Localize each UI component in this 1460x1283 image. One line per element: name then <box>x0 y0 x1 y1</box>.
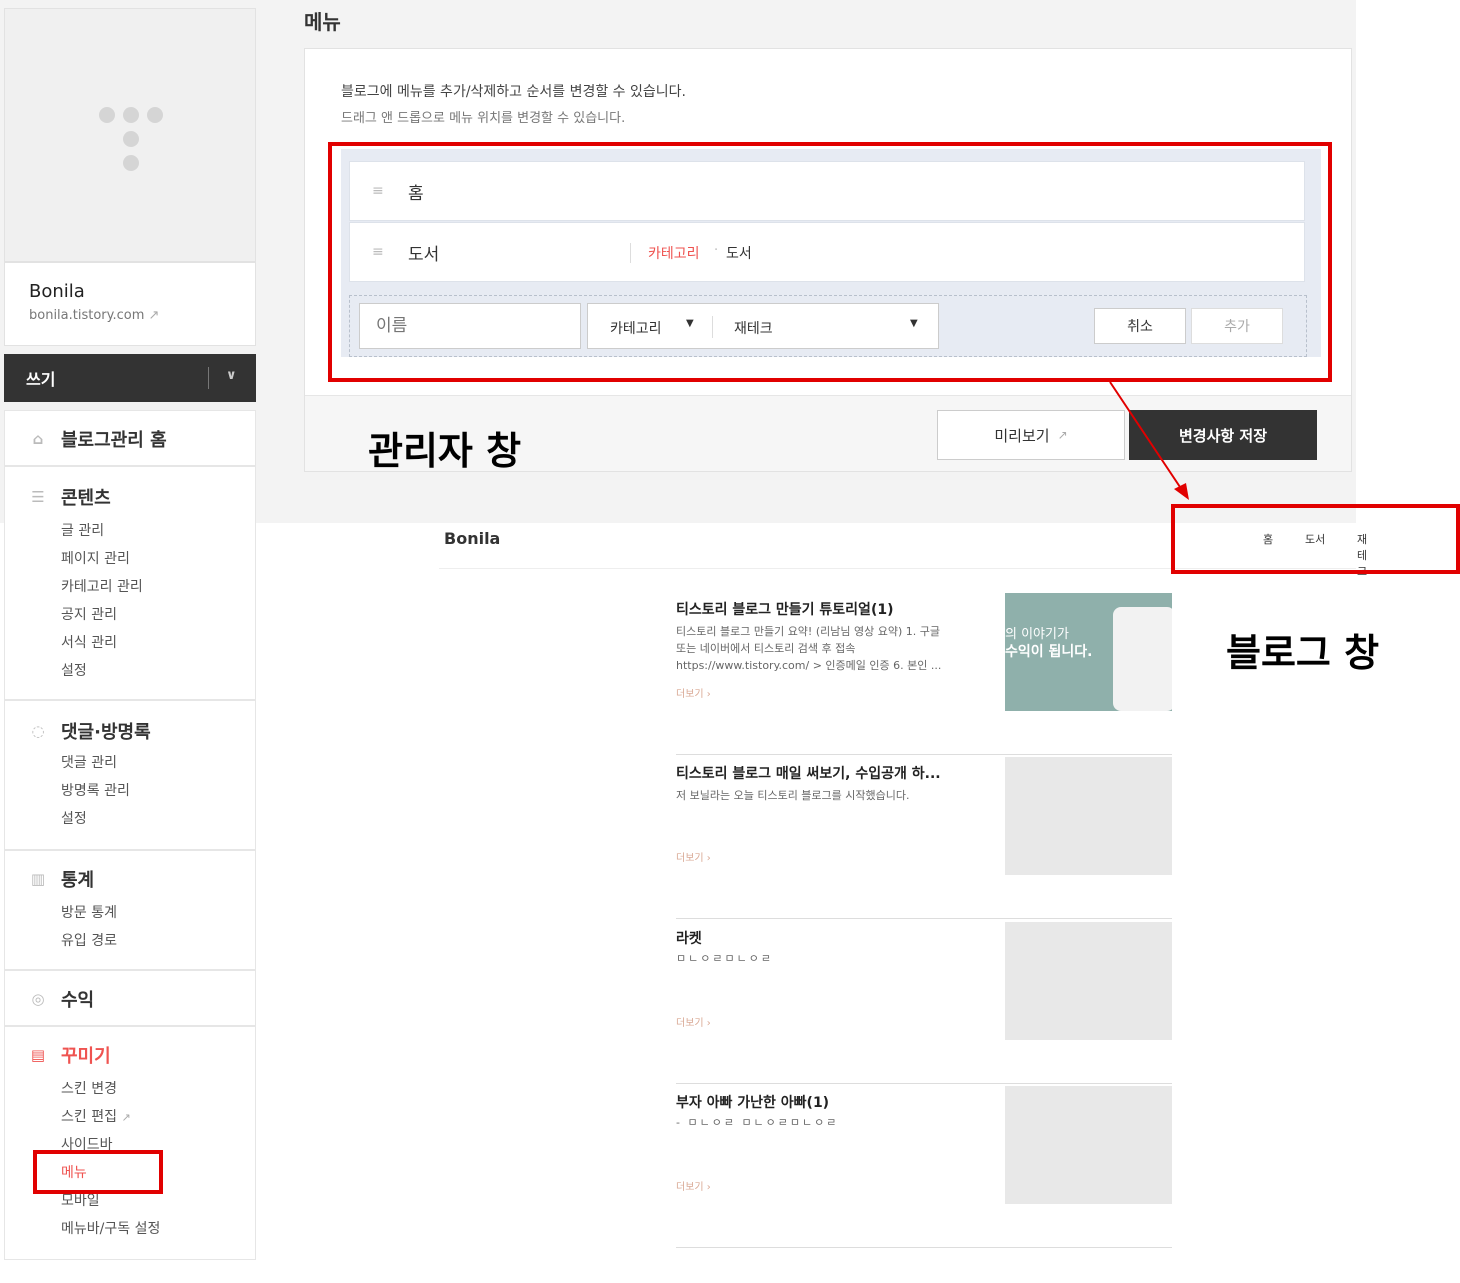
read-more-link[interactable]: 더보기 › <box>676 1014 711 1029</box>
post-item[interactable]: 티스토리 블로그 매일 써보기, 수입공개 하... 저 보닐라는 오늘 티스토… <box>676 755 1172 919</box>
sidebar-subitem-comment-settings[interactable]: 설정 <box>5 805 255 833</box>
external-link-icon: ↗ <box>121 1111 131 1124</box>
description-line-2: 드래그 앤 드롭으로 메뉴 위치를 변경할 수 있습니다. <box>341 111 626 126</box>
sidebar-subitem-notices[interactable]: 공지 관리 <box>5 601 255 629</box>
layout-icon: ▤ <box>30 1046 46 1064</box>
read-more-label: 더보기 <box>676 1018 704 1029</box>
post-item[interactable]: 티스토리 블로그 만들기 튜토리얼(1) 티스토리 블로그 만들기 요약! (리… <box>676 591 1172 755</box>
logo-dot <box>147 107 163 123</box>
sidebar-item-label: 수익 <box>61 990 95 1011</box>
sidebar-section-revenue: ◎ 수익 <box>4 970 256 1026</box>
post-title[interactable]: 티스토리 블로그 매일 써보기, 수입공개 하... <box>676 763 941 783</box>
sidebar-subitem-posts[interactable]: 글 관리 <box>5 517 255 545</box>
sidebar-subitem-content-settings[interactable]: 설정 <box>5 657 255 685</box>
comment-icon: ◌ <box>31 722 45 740</box>
annotation-blog-window: 블로그 창 <box>1226 631 1380 675</box>
sidebar-section-stats: ▥ 통계 방문 통계 유입 경로 <box>4 850 256 970</box>
document-icon: ☰ <box>31 488 45 506</box>
home-icon: ⌂ <box>32 430 44 448</box>
sidebar-subitem-pages[interactable]: 페이지 관리 <box>5 545 255 573</box>
blog-url-link[interactable]: bonila.tistory.com ↗ <box>29 308 255 323</box>
sidebar-subitem-comment-manage[interactable]: 댓글 관리 <box>5 749 255 777</box>
annotation-admin-window: 관리자 창 <box>368 429 522 473</box>
chevron-down-icon[interactable]: ∨ <box>226 368 237 383</box>
post-thumbnail[interactable] <box>1005 922 1172 1040</box>
read-more-label: 더보기 <box>676 1182 704 1193</box>
sidebar-item-revenue[interactable]: ◎ 수익 <box>5 985 255 1013</box>
sidebar-subitem-referrers[interactable]: 유입 경로 <box>5 927 255 955</box>
sidebar-home-section: ⌂ 블로그관리 홈 <box>4 410 256 466</box>
write-label: 쓰기 <box>26 370 56 389</box>
post-thumbnail[interactable] <box>1005 757 1172 875</box>
preview-label: 미리보기 <box>994 426 1050 445</box>
sidebar-item-label: 통계 <box>61 870 95 891</box>
sidebar-item-label: 댓글·방명록 <box>61 722 151 743</box>
post-item[interactable]: 라켓 ㅁㄴㅇㄹㅁㄴㅇㄹ 더보기 › <box>676 920 1172 1084</box>
highlight-blog-nav <box>1171 504 1460 574</box>
post-item[interactable]: 부자 아빠 가난한 아빠(1) - ㅁㄴㅇㄹ ㅁㄴㅇㄹㅁㄴㅇㄹ 더보기 › <box>676 1084 1172 1248</box>
blog-title[interactable]: Bonila <box>444 529 500 548</box>
sidebar-section-design: ▤ 꾸미기 스킨 변경 스킨 편집 ↗ 사이드바 메뉴 모바일 메뉴바/구독 설… <box>4 1026 256 1260</box>
sidebar-subitem-skin-edit[interactable]: 스킨 편집 ↗ <box>5 1103 255 1131</box>
sidebar-item-contents[interactable]: ☰ 콘텐츠 <box>5 483 255 511</box>
highlight-menu-editor <box>328 142 1332 382</box>
blog-window: Bonila 홈 도서 재테크 티스토리 블로그 만들기 튜토리얼(1) 티스토… <box>439 523 1367 1263</box>
post-excerpt: - ㅁㄴㅇㄹ ㅁㄴㅇㄹㅁㄴㅇㄹ <box>676 1116 839 1129</box>
blog-logo-placeholder <box>4 8 256 262</box>
read-more-label: 더보기 <box>676 853 704 864</box>
post-title[interactable]: 티스토리 블로그 만들기 튜토리얼(1) <box>676 599 893 619</box>
thumbnail-text-1: 의 이야기가 <box>1005 627 1069 642</box>
blog-info: Bonila bonila.tistory.com ↗ <box>4 262 256 346</box>
read-more-link[interactable]: 더보기 › <box>676 849 711 864</box>
logo-dot <box>123 131 139 147</box>
post-title[interactable]: 라켓 <box>676 928 702 948</box>
sidebar-item-comments[interactable]: ◌ 댓글·방명록 <box>5 717 255 745</box>
description-line-1: 블로그에 메뉴를 추가/삭제하고 순서를 변경할 수 있습니다. <box>341 84 686 100</box>
sidebar-item-label: 꾸미기 <box>61 1046 111 1067</box>
write-button[interactable]: 쓰기 ∨ <box>4 354 256 402</box>
post-thumbnail[interactable]: 의 이야기가 수익이 됩니다. <box>1005 593 1172 711</box>
divider <box>208 367 209 389</box>
logo-dot <box>99 107 115 123</box>
post-excerpt: 티스토리 블로그 만들기 요약! (리남님 영상 요약) 1. 구글 또는 네이… <box>676 625 942 672</box>
sidebar-subitem-guestbook[interactable]: 방명록 관리 <box>5 777 255 805</box>
post-title[interactable]: 부자 아빠 가난한 아빠(1) <box>676 1092 829 1112</box>
post-thumbnail[interactable] <box>1005 1086 1172 1204</box>
logo-dot <box>123 107 139 123</box>
post-excerpt: ㅁㄴㅇㄹㅁㄴㅇㄹ <box>676 952 773 965</box>
coin-icon: ◎ <box>31 990 45 1008</box>
blog-url[interactable]: bonila.tistory.com <box>29 308 144 323</box>
sidebar-subitem-visit-stats[interactable]: 방문 통계 <box>5 899 255 927</box>
bar-chart-icon: ▥ <box>30 870 46 888</box>
external-link-icon: ↗ <box>148 308 160 323</box>
page-title: 메뉴 <box>304 10 341 34</box>
sidebar-subitem-label: 스킨 편집 <box>61 1109 117 1125</box>
highlight-menu-sidebar-item <box>33 1150 163 1194</box>
blog-name[interactable]: Bonila <box>29 281 255 302</box>
post-excerpt: 저 보닐라는 오늘 티스토리 블로그를 시작했습니다. <box>676 789 910 802</box>
sidebar-item-blog-home[interactable]: ⌂ 블로그관리 홈 <box>5 425 255 453</box>
sidebar-subitem-skin-change[interactable]: 스킨 변경 <box>5 1075 255 1103</box>
sidebar-subitem-categories[interactable]: 카테고리 관리 <box>5 573 255 601</box>
sidebar-item-label: 콘텐츠 <box>61 488 111 509</box>
tablet-mockup <box>1113 607 1172 711</box>
sidebar-subitem-templates[interactable]: 서식 관리 <box>5 629 255 657</box>
sidebar-item-design[interactable]: ▤ 꾸미기 <box>5 1041 255 1069</box>
sidebar-section-comments: ◌ 댓글·방명록 댓글 관리 방명록 관리 설정 <box>4 700 256 850</box>
logo-dot <box>123 155 139 171</box>
thumbnail-text-2: 수익이 됩니다. <box>1005 644 1093 660</box>
read-more-link[interactable]: 더보기 › <box>676 685 711 700</box>
external-link-icon: ↗ <box>1057 428 1068 442</box>
save-changes-button[interactable]: 변경사항 저장 <box>1129 410 1317 460</box>
admin-sidebar: Bonila bonila.tistory.com ↗ 쓰기 ∨ ⌂ 블로그관리… <box>4 8 256 1260</box>
preview-button[interactable]: 미리보기 ↗ <box>937 410 1125 460</box>
sidebar-section-contents: ☰ 콘텐츠 글 관리 페이지 관리 카테고리 관리 공지 관리 서식 관리 설정 <box>4 466 256 700</box>
sidebar-item-stats[interactable]: ▥ 통계 <box>5 865 255 893</box>
read-more-link[interactable]: 더보기 › <box>676 1178 711 1193</box>
sidebar-subitem-menubar-subscribe[interactable]: 메뉴바/구독 설정 <box>5 1215 255 1243</box>
sidebar-item-label: 블로그관리 홈 <box>61 430 167 451</box>
read-more-label: 더보기 <box>676 689 704 700</box>
